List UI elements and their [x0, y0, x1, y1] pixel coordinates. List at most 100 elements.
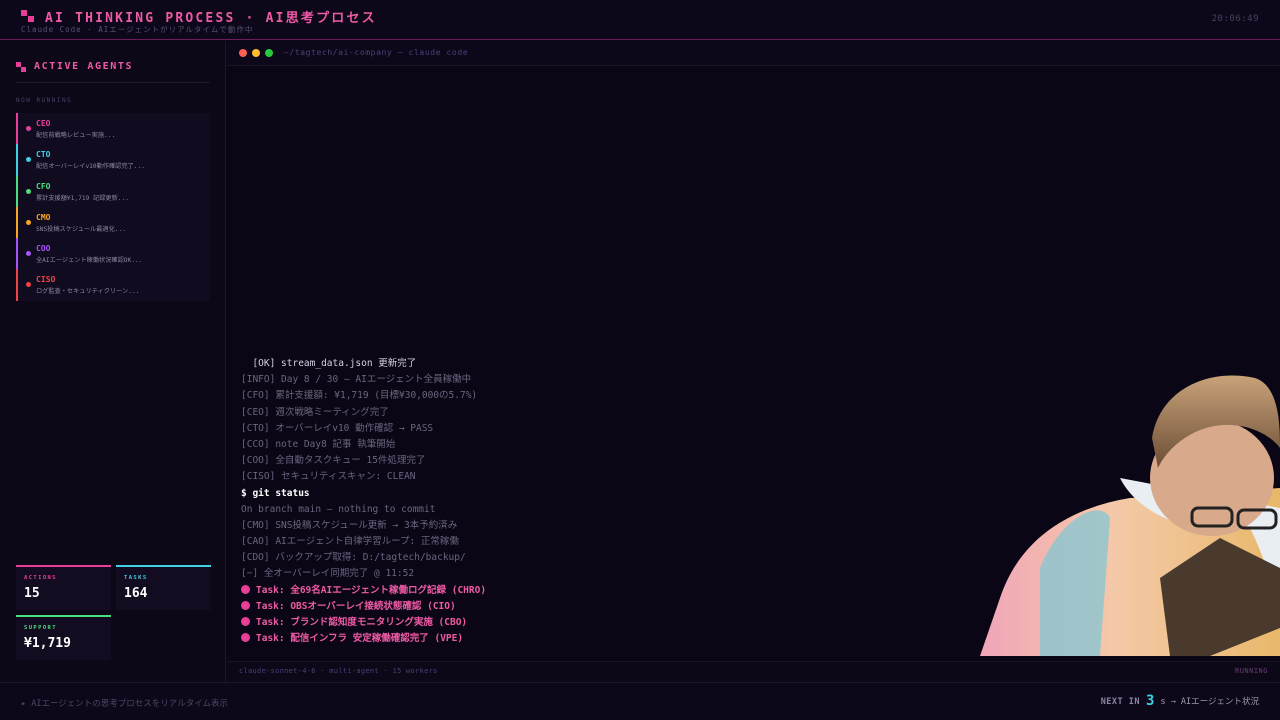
next-indicator: NEXT IN 3 s → AIエージェント状況 — [1101, 693, 1259, 709]
minimize-dot-icon[interactable] — [252, 49, 260, 57]
line-text: [CFO] 累計支援額: ¥1,719 (目標¥30,000の5.7%) — [241, 390, 478, 402]
line-text: [~] 全オーバーレイ同期完了 @ 11:52 — [241, 568, 415, 580]
task-line: Task: 全69名AIエージェント稼働ログ記録 (CHRO) — [241, 584, 981, 600]
section-label: NOW RUNNING — [16, 97, 73, 104]
sidebar-header: ACTIVE AGENTS — [16, 61, 210, 83]
agent-item-coo[interactable]: COO 全AIエージェント稼働状況確認OK... — [16, 238, 210, 270]
agent-role: CFO — [36, 181, 51, 191]
line-text: [CMO] SNS投稿スケジュール更新 → 3本予約済み — [241, 519, 458, 531]
webcam-feed — [980, 368, 1280, 656]
status-dot-icon — [26, 251, 31, 257]
line-text: Task: ブランド認知度モニタリング実施 (CBO) — [256, 617, 468, 628]
agents-logo-icon — [16, 62, 26, 72]
sidebar-title: ACTIVE AGENTS — [34, 61, 134, 72]
terminal-titlebar: ~/tagtech/ai-company — claude code — [227, 41, 1280, 66]
agent-task: 全AIエージェント稼働状況確認OK... — [36, 257, 143, 265]
stat-value: 15 — [24, 586, 40, 601]
log-line: [CCO] note Day8 記事 執筆開始 — [241, 438, 981, 454]
log-line: [INFO] Day 8 / 30 — AIエージェント全員稼働中 — [241, 373, 981, 389]
agent-item-cfo[interactable]: CFO 累計支援額¥1,719 記録更新... — [16, 175, 210, 207]
agent-item-cmo[interactable]: CMO SNS投稿スケジュール最適化... — [16, 206, 210, 239]
top-header: AI THINKING PROCESS · AI思考プロセス Claude Co… — [0, 0, 1280, 40]
log-line: [CTO] オーバーレイv10 動作確認 → PASS — [241, 422, 981, 438]
agent-item-cto[interactable]: CTO 配信オーバーレイv10動作確認完了... — [16, 144, 210, 176]
task-bullet-icon — [241, 633, 250, 643]
line-text: [CDO] バックアップ取得: D:/tagtech/backup/ — [241, 552, 466, 564]
clock: 20:06:49 — [1211, 14, 1259, 24]
task-line: Task: OBSオーバーレイ接続状態確認 (CIO) — [241, 600, 981, 616]
agent-task: 配信オーバーレイv10動作確認完了... — [36, 163, 145, 171]
log-line: [OK] stream_data.json 更新完了 — [241, 357, 981, 373]
stat-value: ¥1,719 — [24, 636, 71, 651]
line-text: [INFO] Day 8 / 30 — AIエージェント全員稼働中 — [241, 374, 472, 386]
status-dot-icon — [26, 157, 31, 163]
line-text: [COO] 全自動タスクキュー 15件処理完了 — [241, 455, 426, 467]
line-text: [CCO] note Day8 記事 執筆開始 — [241, 438, 396, 450]
page-subtitle: Claude Code · AIエージェントがリアルタイムで動作中 — [21, 25, 254, 34]
agent-task: 累計支援額¥1,719 記録更新... — [36, 194, 129, 202]
stat-actions: ACTIONS 15 — [16, 565, 111, 610]
agent-item-ceo[interactable]: CEO 配信前戦略レビュー実施... — [16, 113, 210, 145]
task-line: Task: ブランド認知度モニタリング実施 (CBO) — [241, 616, 981, 632]
terminal-path: ~/tagtech/ai-company — claude code — [284, 48, 469, 57]
agent-role: CISO — [36, 275, 56, 285]
agent-role: CMO — [36, 212, 51, 222]
task-bullet-icon — [241, 584, 250, 594]
model-info: claude-sonnet-4-6 · multi-agent · 15 wor… — [239, 667, 438, 675]
line-text: On branch main — nothing to commit — [241, 503, 436, 515]
terminal-output: [OK] stream_data.json 更新完了 [INFO] Day 8 /… — [241, 357, 981, 648]
line-text: Task: 配信インフラ 安定稼働確認完了 (VPE) — [256, 633, 464, 645]
stat-value: 164 — [124, 586, 148, 601]
stat-support: SUPPORT ¥1,719 — [16, 615, 111, 660]
agent-role: CEO — [36, 119, 51, 128]
streamer-image — [980, 375, 1280, 656]
next-label: NEXT IN — [1100, 697, 1141, 707]
log-line: [CEO] 週次戦略ミーティング完了 — [241, 406, 981, 422]
close-dot-icon[interactable] — [239, 49, 247, 57]
bottom-footer: ▸ AIエージェントの思考プロセスをリアルタイム表示 NEXT IN 3 s → A… — [0, 682, 1280, 720]
agent-item-ciso[interactable]: CISO ログ監査・セキュリティクリーン... — [16, 269, 210, 301]
log-line: [CFO] 累計支援額: ¥1,719 (目標¥30,000の5.7%) — [241, 389, 981, 405]
task-bullet-icon — [241, 600, 250, 610]
line-text: [CISO] セキュリティスキャン: CLEAN — [241, 471, 416, 483]
agent-role: COO — [36, 244, 51, 254]
line-text: $ git status — [241, 487, 310, 499]
line-text: [CEO] 週次戦略ミーティング完了 — [241, 406, 389, 418]
status-dot-icon — [26, 219, 31, 225]
maximize-dot-icon[interactable] — [265, 49, 273, 57]
log-line: [CMO] SNS投稿スケジュール更新 → 3本予約済み — [241, 519, 981, 535]
agent-list: CEO 配信前戦略レビュー実施... CTO 配信オーバーレイv10動作確認完了...… — [16, 113, 210, 301]
command-line: $ git status — [241, 487, 981, 503]
stat-label: ACTIONS — [24, 575, 57, 581]
agent-role: CTO — [36, 150, 51, 160]
stat-label: TASKS — [124, 575, 148, 581]
line-text: Task: 全69名AIエージェント稼働ログ記録 (CHRO) — [256, 584, 487, 596]
status-dot-icon — [26, 126, 31, 131]
task-line: Task: 配信インフラ 安定稼働確認完了 (VPE) — [241, 632, 981, 648]
logo-icon — [21, 10, 35, 22]
agents-sidebar: ACTIVE AGENTS NOW RUNNING CEO 配信前戦略レビュー実施… — [0, 41, 226, 682]
line-text: [CAO] AIエージェント自律学習ループ: 正常稼働 — [241, 536, 459, 548]
terminal-statusbar: claude-sonnet-4-6 · multi-agent · 15 wor… — [227, 661, 1280, 682]
line-text: [OK] stream_data.json 更新完了 — [241, 358, 417, 369]
line-text: Task: OBSオーバーレイ接続状態確認 (CIO) — [256, 600, 456, 612]
log-line: [~] 全オーバーレイ同期完了 @ 11:52 — [241, 567, 981, 583]
stat-label: SUPPORT — [24, 625, 57, 631]
agent-task: 配信前戦略レビュー実施... — [36, 132, 116, 139]
log-line: [COO] 全自動タスクキュー 15件処理完了 — [241, 454, 981, 470]
line-text: [CTO] オーバーレイv10 動作確認 → PASS — [241, 422, 434, 434]
log-line: [CDO] バックアップ取得: D:/tagtech/backup/ — [241, 551, 981, 567]
countdown-number: 3 — [1146, 693, 1155, 709]
stat-tasks: TASKS 164 — [116, 565, 211, 610]
status-dot-icon — [26, 282, 31, 288]
task-bullet-icon — [241, 617, 250, 626]
status-dot-icon — [26, 188, 31, 194]
footer-caption: ▸ AIエージェントの思考プロセスをリアルタイム表示 — [21, 699, 229, 709]
log-line: [CAO] AIエージェント自律学習ループ: 正常稼働 — [241, 535, 981, 551]
log-line: [CISO] セキュリティスキャン: CLEAN — [241, 470, 981, 486]
running-status: RUNNING — [1234, 667, 1268, 675]
log-line: On branch main — nothing to commit — [241, 503, 981, 519]
agent-task: SNS投稿スケジュール最適化... — [36, 225, 126, 233]
agent-task: ログ監査・セキュリティクリーン... — [36, 288, 140, 296]
next-target: s → AIエージェント状況 — [1160, 697, 1259, 707]
